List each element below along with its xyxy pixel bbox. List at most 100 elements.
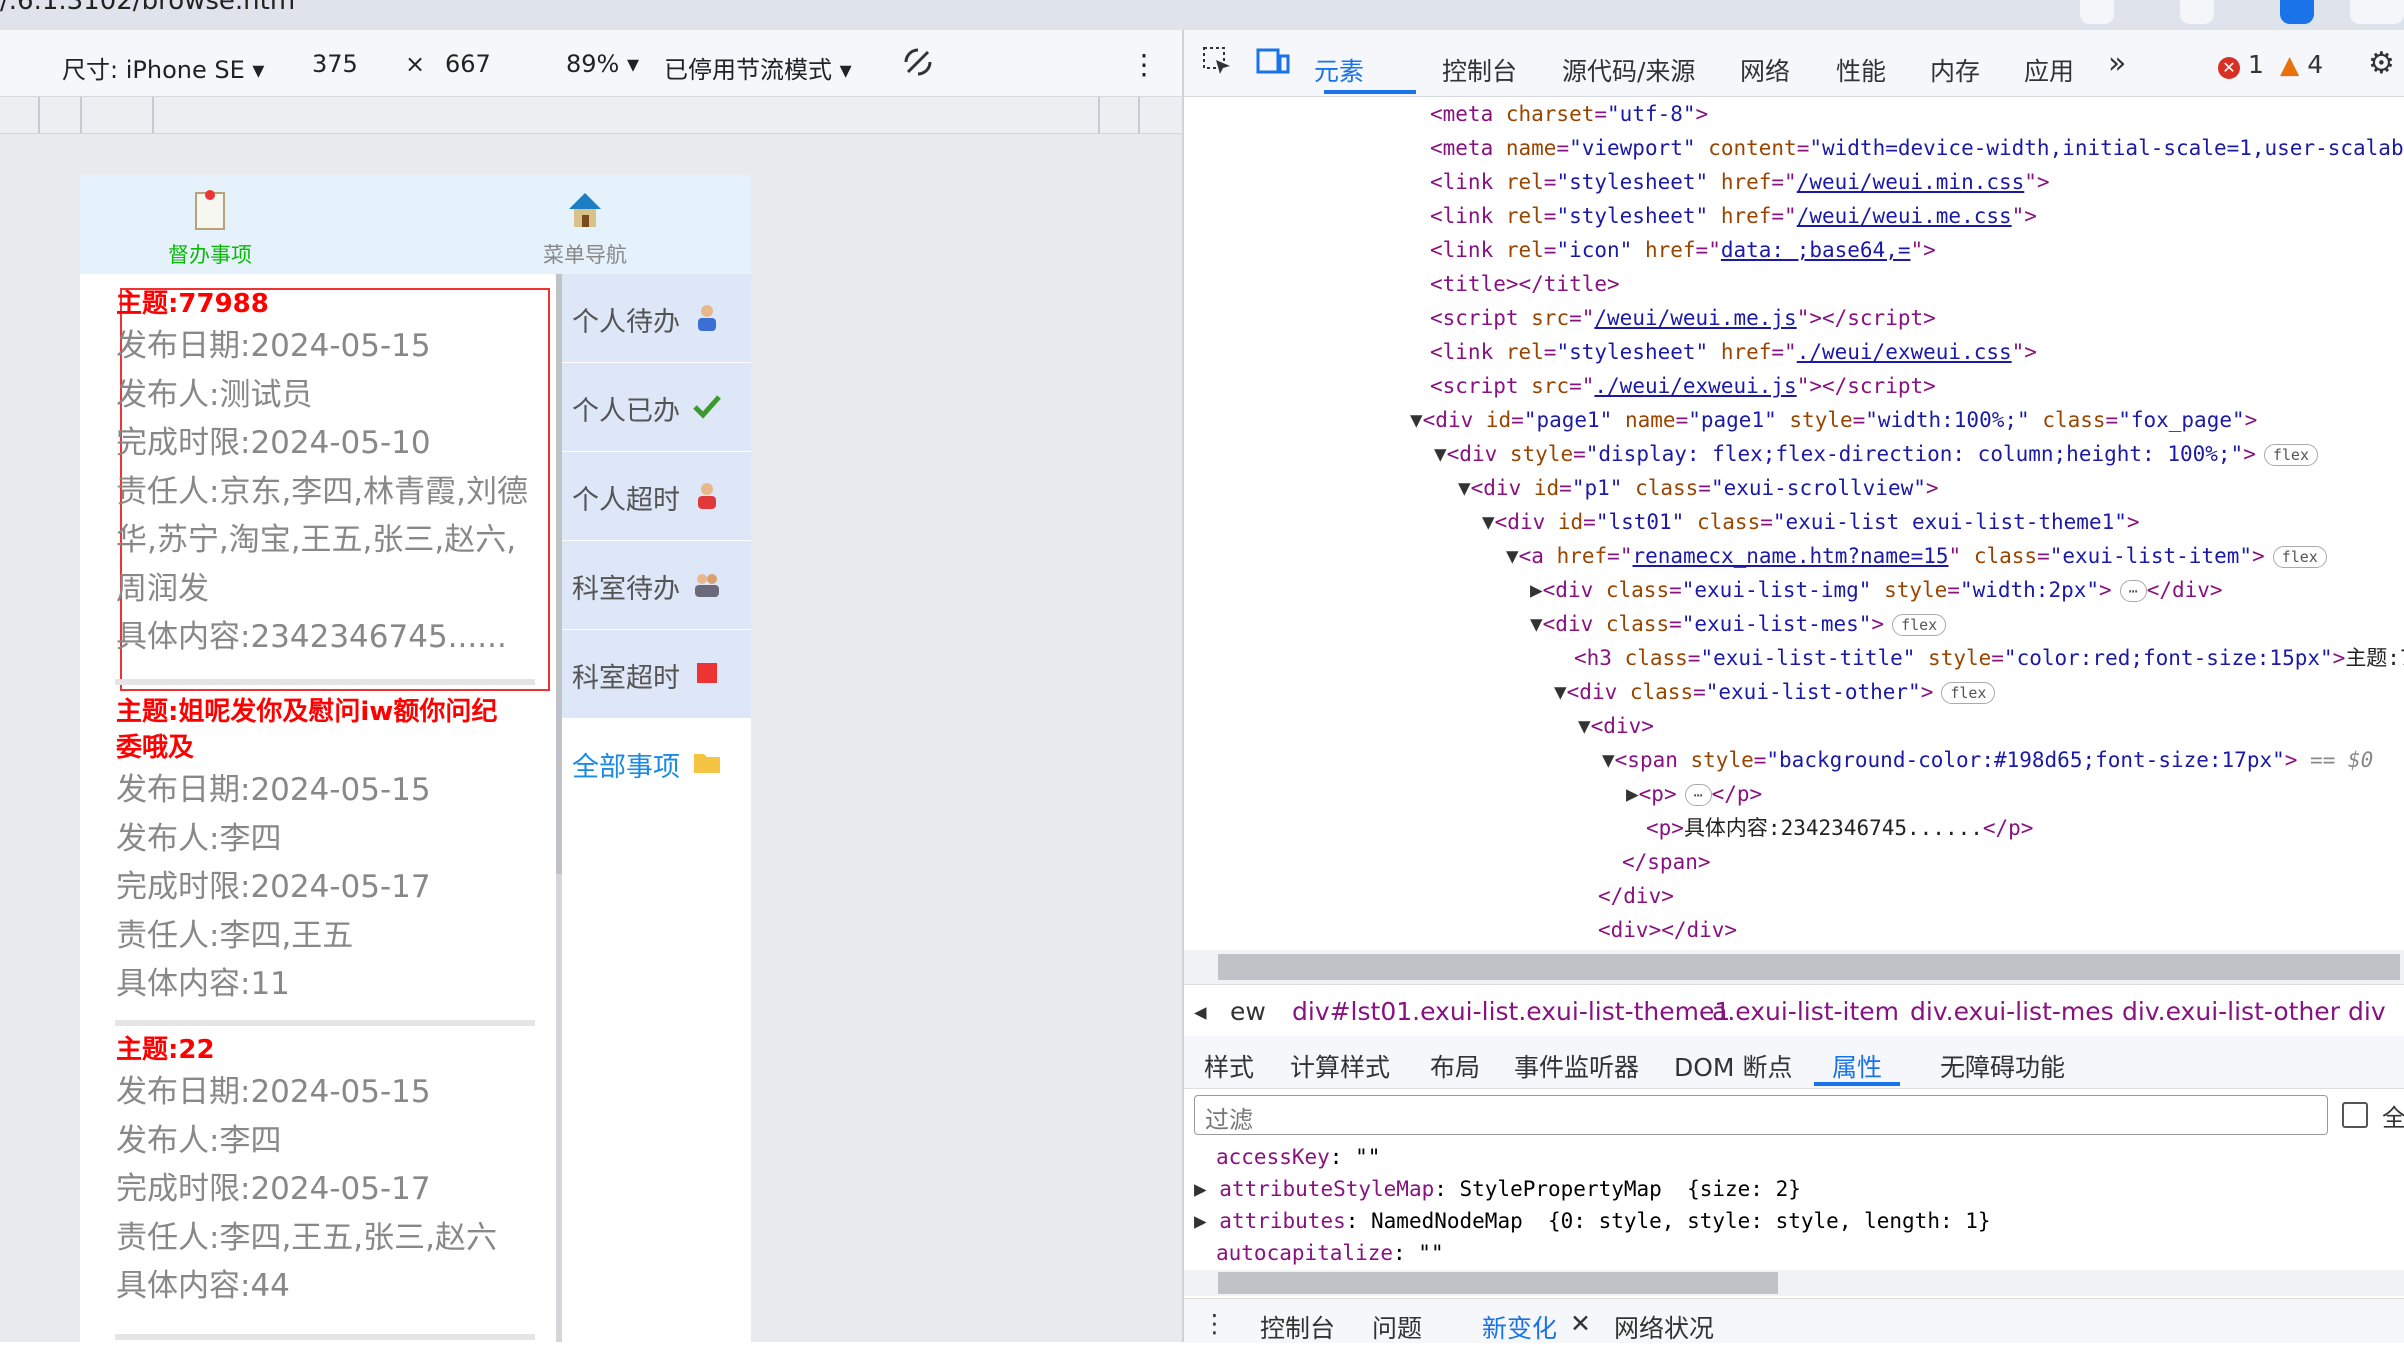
profile-icon[interactable]: [2280, 0, 2314, 24]
subtab-properties[interactable]: 属性: [1832, 1048, 1882, 1084]
dom-line[interactable]: </div>: [1598, 879, 1674, 913]
account-icon[interactable]: [2350, 0, 2404, 24]
item-title: 主题:77988: [116, 289, 269, 319]
tab-console[interactable]: 控制台: [1442, 52, 1517, 88]
dom-line[interactable]: <div></div>: [1598, 913, 1737, 947]
dom-line[interactable]: ▼<a href="renamecx_name.htm?name=15" cla…: [1506, 539, 2327, 573]
dom-line[interactable]: ▼<div class="exui-list-mes"> flex: [1530, 607, 1947, 641]
error-icon: ✕: [2218, 57, 2240, 79]
filter-input[interactable]: 过滤: [1194, 1095, 2328, 1135]
dom-line[interactable]: ▼<div id="p1" class="exui-scrollview">: [1458, 471, 1939, 505]
breadcrumb-item[interactable]: div#lst01.exui-list.exui-list-theme1: [1292, 997, 1730, 1026]
tab-elements[interactable]: 元素: [1314, 52, 1364, 88]
error-count[interactable]: ✕ 1: [2218, 50, 2264, 79]
more-options-icon[interactable]: ⋮: [1130, 48, 1158, 81]
subtab-event-listeners[interactable]: 事件监听器: [1514, 1048, 1639, 1084]
more-tabs-icon[interactable]: »: [2108, 46, 2126, 81]
subtab-layout[interactable]: 布局: [1430, 1048, 1480, 1084]
inspect-element-icon[interactable]: [1202, 46, 1232, 82]
dom-line[interactable]: <link rel="stylesheet" href="./weui/exwe…: [1430, 335, 2037, 369]
throttle-select[interactable]: 已停用节流模式 ▾: [664, 50, 852, 85]
dom-line[interactable]: <script src="./weui/exweui.js"></script>: [1430, 369, 1936, 403]
rotate-icon[interactable]: [900, 44, 936, 86]
property-row[interactable]: autocapitalize: "": [1216, 1236, 1444, 1270]
menu-dept-todo[interactable]: 科室待办: [562, 541, 751, 630]
drawer-tab-issues[interactable]: 问题: [1372, 1309, 1422, 1345]
menu-dept-overdue[interactable]: 科室超时: [562, 630, 751, 719]
bookmark-star-icon[interactable]: [2080, 0, 2114, 24]
tab-search-icon[interactable]: [2180, 0, 2214, 24]
subtab-computed[interactable]: 计算样式: [1290, 1048, 1390, 1084]
flex-badge[interactable]: flex: [2263, 444, 2318, 466]
menu-personal-done[interactable]: 个人已办: [562, 363, 751, 452]
device-select[interactable]: 尺寸: iPhone SE ▾: [62, 50, 264, 85]
dom-line[interactable]: <link rel="stylesheet" href="/weui/weui.…: [1430, 199, 2037, 233]
breadcrumb-item[interactable]: div: [2348, 997, 2386, 1026]
flex-badge[interactable]: flex: [1892, 614, 1947, 636]
height-input[interactable]: 667: [445, 50, 491, 78]
breadcrumb-item[interactable]: a.exui-list-item: [1712, 997, 1899, 1026]
settings-gear-icon[interactable]: ⚙: [2368, 46, 2395, 81]
tab-sources[interactable]: 源代码/来源: [1562, 52, 1695, 88]
width-input[interactable]: 375: [312, 50, 358, 78]
list-item[interactable]: 主题:22 发布日期:2024-05-15 发布人:李四 完成时限:2024-0…: [116, 1032, 541, 1311]
zoom-select[interactable]: 89% ▾: [566, 50, 639, 78]
list-item[interactable]: 主题:姐呢发你及慰问iw额你问纪 委哦及 发布日期:2024-05-15 发布人…: [116, 694, 541, 1009]
tab-performance[interactable]: 性能: [1836, 52, 1886, 88]
dom-line[interactable]: <link rel="icon" href="data: ;base64,=">: [1430, 233, 1936, 267]
close-tab-icon[interactable]: ✕: [1570, 1309, 1591, 1338]
props-hscroll-thumb[interactable]: [1218, 1272, 1778, 1294]
drawer-tab-network-conditions[interactable]: 网络状况: [1614, 1309, 1714, 1345]
dom-line-selected[interactable]: ▼<span style="background-color:#198d65;f…: [1602, 743, 2373, 777]
dom-line[interactable]: ▼<div style="display: flex;flex-directio…: [1434, 437, 2318, 471]
dom-line[interactable]: <title></title>: [1430, 267, 1620, 301]
expand-arrow-icon[interactable]: ▶: [1194, 1177, 1219, 1201]
dom-line[interactable]: <h3 class="exui-list-title" style="color…: [1574, 641, 2404, 675]
breadcrumb-item[interactable]: ew: [1230, 997, 1266, 1026]
subtab-dom-breakpoints[interactable]: DOM 断点: [1674, 1048, 1792, 1084]
drawer-tab-console[interactable]: 控制台: [1260, 1309, 1335, 1345]
breadcrumb-item[interactable]: div.exui-list-mes: [1910, 997, 2114, 1026]
dom-line[interactable]: ▼<div id="lst01" class="exui-list exui-l…: [1482, 505, 2140, 539]
list-item[interactable]: 主题:77988 发布日期:2024-05-15 发布人:测试员 完成时限:20…: [116, 286, 541, 662]
subtab-styles[interactable]: 样式: [1204, 1048, 1254, 1084]
dom-line[interactable]: <link rel="stylesheet" href="/weui/weui.…: [1430, 165, 2050, 199]
expand-arrow-icon[interactable]: ▶: [1194, 1209, 1219, 1233]
property-row[interactable]: accessKey: "": [1216, 1140, 1380, 1174]
show-all-checkbox[interactable]: [2342, 1102, 2368, 1128]
dom-hscroll-thumb[interactable]: [1218, 954, 2400, 980]
tab-menu-nav[interactable]: 菜单导航: [455, 175, 715, 274]
drawer-menu-icon[interactable]: ⋮: [1202, 1309, 1227, 1338]
dom-line[interactable]: ▼<div>: [1578, 709, 1654, 743]
breadcrumb-back-icon[interactable]: ◂: [1194, 997, 1207, 1026]
tab-memory[interactable]: 内存: [1930, 52, 1980, 88]
url-text[interactable]: /.6.1.3102/browse.htm: [0, 0, 295, 16]
drawer-tab-changes[interactable]: 新变化: [1482, 1309, 1557, 1345]
dom-line[interactable]: ▶<div class="exui-list-img" style="width…: [1530, 573, 2223, 607]
subtab-accessibility[interactable]: 无障碍功能: [1940, 1048, 2065, 1084]
dom-line[interactable]: <script src="/weui/weui.me.js"></script>: [1430, 301, 1936, 335]
breadcrumb-item[interactable]: div.exui-list-other: [2122, 997, 2340, 1026]
flex-badge[interactable]: flex: [2272, 546, 2327, 568]
tab-supervision[interactable]: 督办事项: [80, 175, 340, 274]
dom-line[interactable]: <p>具体内容:2342346745......</p>: [1646, 811, 2033, 845]
dom-line[interactable]: </span>: [1622, 845, 1711, 879]
dom-line[interactable]: <meta name="viewport" content="width=dev…: [1430, 131, 2404, 165]
browser-address-bar[interactable]: /.6.1.3102/browse.htm: [0, 0, 2404, 30]
flex-badge[interactable]: flex: [1941, 682, 1996, 704]
dom-line[interactable]: ▶<p> ⋯ </p>: [1626, 777, 1762, 811]
property-row[interactable]: ▶ attributes: NamedNodeMap {0: style, st…: [1194, 1204, 1991, 1238]
selected-node-marker: == $0: [2310, 748, 2374, 772]
menu-all-items[interactable]: 全部事项: [562, 719, 751, 808]
dom-line[interactable]: ▼<div id="page1" name="page1" style="wid…: [1410, 403, 2257, 437]
menu-personal-overdue[interactable]: 个人超时: [562, 452, 751, 541]
tab-application[interactable]: 应用: [2024, 52, 2074, 88]
property-row[interactable]: ▶ attributeStyleMap: StylePropertyMap {s…: [1194, 1172, 1801, 1206]
menu-label: 个人已办: [572, 396, 680, 427]
warning-count[interactable]: ▲ 4: [2280, 50, 2323, 79]
menu-personal-todo[interactable]: 个人待办: [562, 274, 751, 363]
device-toggle-icon[interactable]: [1256, 46, 1290, 82]
tab-network[interactable]: 网络: [1740, 52, 1790, 88]
dom-line[interactable]: <meta charset="utf-8">: [1430, 97, 1708, 131]
dom-line[interactable]: ▼<div class="exui-list-other"> flex: [1554, 675, 1996, 709]
